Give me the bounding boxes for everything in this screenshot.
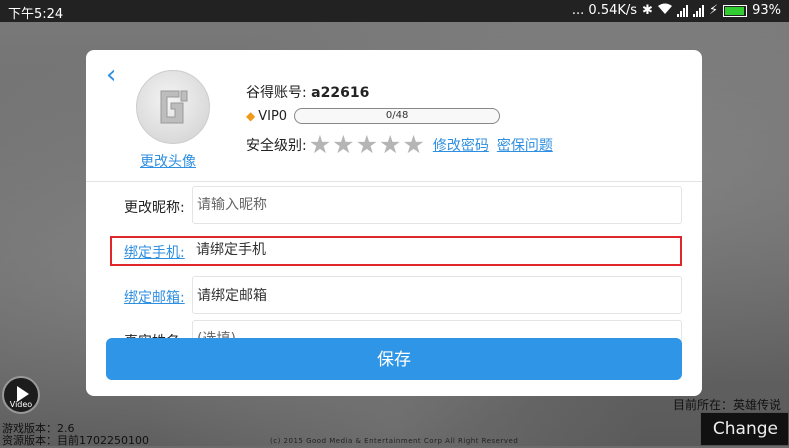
wifi-icon bbox=[657, 3, 672, 18]
security-stars: ★ ★ ★ ★ ★ bbox=[308, 130, 425, 159]
vip-row: ◆ VIP0 0/48 bbox=[246, 108, 501, 124]
change-password-link[interactable]: 修改密码 bbox=[433, 135, 489, 155]
star-icon: ★ bbox=[378, 130, 402, 159]
nickname-row: 更改昵称: bbox=[86, 186, 702, 226]
account-label: 谷得账号: bbox=[246, 85, 307, 101]
vip-label: VIP0 bbox=[258, 108, 288, 124]
star-icon: ★ bbox=[332, 130, 355, 159]
charging-icon: ⚡ bbox=[708, 3, 719, 18]
video-button[interactable]: Video bbox=[2, 376, 40, 414]
email-row: 绑定邮箱: 请绑定邮箱 bbox=[86, 276, 702, 316]
account-value: a22616 bbox=[311, 85, 370, 101]
nickname-label: 更改昵称: bbox=[124, 200, 185, 216]
battery-percent: 93% bbox=[752, 3, 781, 18]
account-row: 谷得账号: a22616 bbox=[246, 82, 369, 102]
vip-diamond-icon: ◆ bbox=[246, 109, 256, 123]
network-speed: ... 0.54K/s bbox=[571, 3, 638, 18]
vip-progress-bar: 0/48 bbox=[294, 108, 501, 124]
save-button[interactable]: 保存 bbox=[106, 338, 682, 380]
star-icon: ★ bbox=[402, 130, 425, 159]
status-time: 下午5:24 bbox=[8, 7, 64, 22]
account-dialog: ‹ 更改头像 谷得账号: a22616 ◆ VIP0 0/48 安全级别: ★ ★… bbox=[86, 50, 702, 396]
phone-row: 绑定手机: 请绑定手机 bbox=[86, 231, 702, 271]
change-button[interactable]: Change bbox=[700, 412, 789, 446]
star-icon: ★ bbox=[355, 130, 378, 159]
battery-icon bbox=[723, 4, 748, 17]
current-location: 目前所在：英雄传说 bbox=[672, 398, 781, 412]
change-avatar-link[interactable]: 更改头像 bbox=[140, 151, 196, 171]
bind-email-link[interactable]: 绑定邮箱: bbox=[124, 287, 185, 307]
bind-phone-link[interactable]: 绑定手机: bbox=[124, 242, 185, 262]
status-bar: 下午5:24 ... 0.54K/s ✱ ⚡ 93% bbox=[0, 0, 789, 22]
security-row: 安全级别: ★ ★ ★ ★ ★ 修改密码 密保问题 bbox=[246, 130, 553, 159]
bluetooth-icon: ✱ bbox=[642, 3, 653, 18]
phone-value[interactable]: 请绑定手机 bbox=[192, 231, 682, 269]
star-icon: ★ bbox=[308, 130, 332, 159]
nickname-input[interactable] bbox=[192, 186, 682, 224]
status-icons: ... 0.54K/s ✱ ⚡ 93% bbox=[572, 3, 781, 18]
game-logo-icon bbox=[160, 90, 188, 124]
signal-icon bbox=[676, 4, 688, 17]
vip-progress-text: 0/48 bbox=[385, 110, 409, 121]
chevron-left-icon[interactable]: ‹ bbox=[106, 62, 116, 88]
email-value[interactable]: 请绑定邮箱 bbox=[192, 276, 682, 314]
signal-icon bbox=[692, 4, 704, 17]
copyright: (c) 2015 Good Media & Entertainment Corp… bbox=[270, 437, 519, 445]
avatar[interactable] bbox=[136, 70, 210, 144]
divider bbox=[86, 181, 702, 182]
security-question-link[interactable]: 密保问题 bbox=[497, 135, 553, 155]
video-label: Video bbox=[9, 400, 33, 409]
security-label: 安全级别: bbox=[246, 138, 307, 154]
